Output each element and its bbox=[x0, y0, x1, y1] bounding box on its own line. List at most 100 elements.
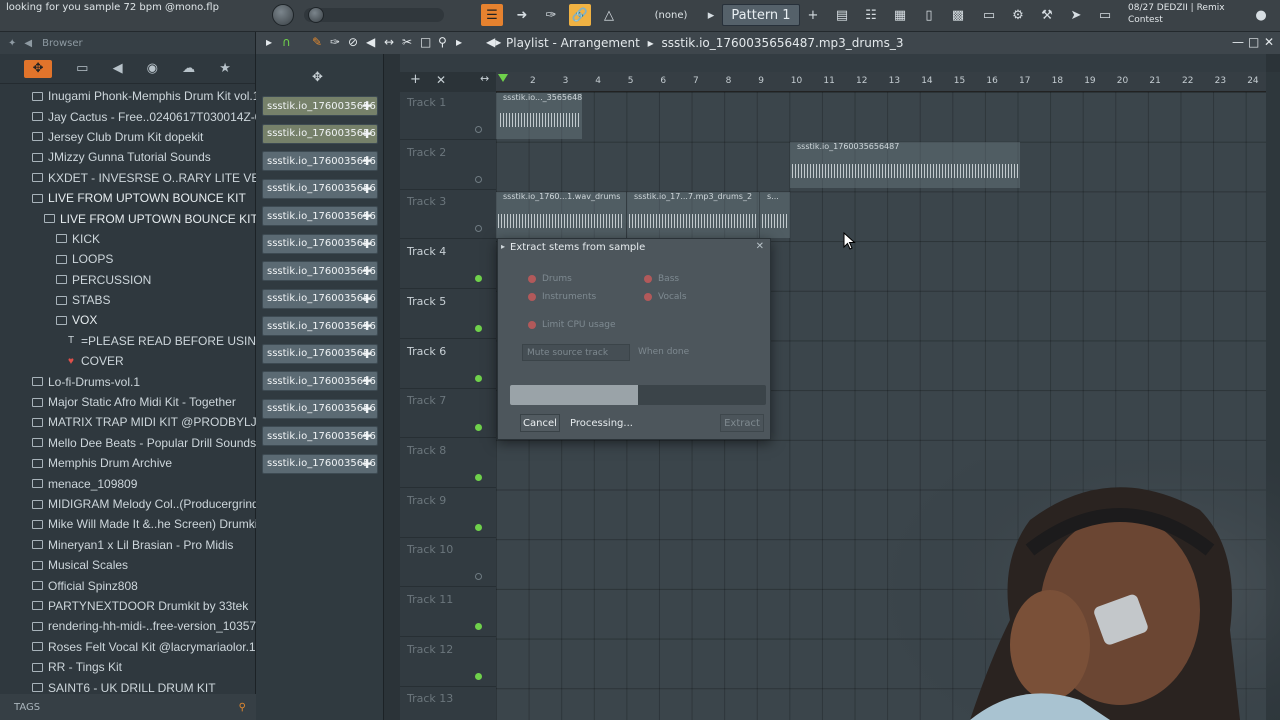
browser-item[interactable]: Jay Cactus - Free..0240617T030014Z-001 bbox=[0, 106, 256, 126]
browser-item[interactable]: RR - Tings Kit bbox=[0, 657, 256, 677]
close-icon[interactable]: ✕ bbox=[1264, 35, 1274, 49]
arrow-right-icon[interactable]: ➜ bbox=[511, 4, 533, 26]
clip-source-button[interactable]: ssstik.io_1760035656... ✚ bbox=[262, 288, 378, 309]
zoom-icon[interactable]: ⚲ bbox=[438, 35, 447, 49]
mute-source-track-field[interactable]: Mute source track bbox=[522, 344, 630, 361]
back-icon[interactable]: ◀ bbox=[24, 38, 32, 49]
plugin-icon[interactable]: ⚙ bbox=[1007, 4, 1029, 26]
track-header[interactable]: Track 2 bbox=[400, 142, 496, 190]
add-clip-icon[interactable]: ✚ bbox=[362, 154, 372, 168]
clip-source-button[interactable]: ssstik.io_1760035656... ✚ bbox=[262, 261, 378, 281]
delete-icon[interactable]: ⊘ bbox=[348, 35, 358, 49]
track-mute-led-icon[interactable] bbox=[475, 175, 482, 183]
browser-item[interactable]: Roses Felt Vocal Kit @lacrymariaolor.17 bbox=[0, 637, 256, 657]
browser-item[interactable]: Mello Dee Beats - Popular Drill Sounds bbox=[0, 433, 256, 453]
audio-clip[interactable]: s... bbox=[760, 192, 790, 238]
add-clip-icon[interactable]: ✚ bbox=[362, 457, 372, 471]
export-icon[interactable]: ➤ bbox=[1065, 4, 1087, 26]
tools-icon[interactable]: ⚒ bbox=[1036, 4, 1058, 26]
select-icon[interactable]: □ bbox=[420, 35, 431, 49]
track-header[interactable]: Track 11 bbox=[400, 589, 496, 637]
audio-clip[interactable]: ssstik.io_1760035656487 bbox=[790, 142, 1020, 188]
playback-icon[interactable]: ▸ bbox=[456, 35, 462, 49]
browser-item[interactable]: PARTYNEXTDOOR Drumkit by 33tek bbox=[0, 596, 256, 616]
browser-item[interactable]: Mineryan1 x Lil Brasian - Pro Midis bbox=[0, 535, 256, 555]
option-limit-cpu[interactable]: Limit CPU usage bbox=[528, 320, 616, 330]
tags-label[interactable]: TAGS bbox=[14, 702, 40, 713]
song-mode-icon[interactable]: ☰ bbox=[481, 4, 503, 26]
playhead-marker-icon[interactable] bbox=[498, 74, 508, 82]
option-bass[interactable]: Bass bbox=[644, 274, 679, 284]
clip-source-button[interactable]: ssstik.io_1760035656... ✚ bbox=[262, 316, 378, 336]
browser-item[interactable]: ♥ COVER bbox=[0, 351, 256, 371]
browser-item[interactable]: KXDET - INVESRSE O..RARY LITE VERSION bbox=[0, 168, 256, 188]
track-mute-led-icon[interactable] bbox=[475, 473, 482, 481]
link-icon[interactable]: 🔗 bbox=[569, 4, 591, 26]
browser-item[interactable]: T =PLEASE READ BEFORE USING= bbox=[0, 331, 256, 351]
add-pattern-icon[interactable]: + bbox=[805, 4, 821, 26]
slice-icon[interactable]: ✂ bbox=[402, 35, 412, 49]
browser-item[interactable]: Lo-fi-Drums-vol.1 bbox=[0, 371, 256, 391]
master-volume-knob[interactable] bbox=[272, 4, 294, 26]
track-header[interactable]: Track 10 bbox=[400, 539, 496, 588]
browser-item[interactable]: Inugami Phonk-Memphis Drum Kit vol.1 bbox=[0, 86, 256, 106]
audio-clip[interactable]: ssstik.io..._35656487 bbox=[496, 93, 582, 139]
document-icon[interactable]: ▭ bbox=[978, 4, 1000, 26]
add-clip-icon[interactable]: ✚ bbox=[362, 429, 372, 443]
track-mute-led-icon[interactable] bbox=[475, 672, 482, 680]
play-pattern-icon[interactable]: ▸ bbox=[703, 4, 719, 26]
clip-source-button[interactable]: ssstik.io_1760035656... ✚ bbox=[262, 96, 378, 116]
pitch-slider-handle-icon[interactable] bbox=[308, 7, 324, 23]
track-header[interactable]: Track 4 bbox=[400, 241, 496, 290]
browser-item[interactable]: rendering-hh-midi-..free-version_103570 bbox=[0, 616, 256, 636]
channel-rack-icon[interactable]: ▦ bbox=[889, 4, 911, 26]
playlist-icon[interactable]: ▤ bbox=[831, 4, 853, 26]
news-panel[interactable]: 08/27 DEDZII | Remix Contest bbox=[1128, 2, 1225, 26]
track-mute-led-icon[interactable] bbox=[475, 275, 482, 283]
browser-item[interactable]: MIDIGRAM Melody Col..(Producergrind) bbox=[0, 494, 256, 514]
track-header[interactable]: Track 6 bbox=[400, 341, 496, 389]
add-clip-icon[interactable]: ✚ bbox=[362, 209, 372, 223]
clip-source-button[interactable]: ssstik.io_1760035656... ✚ bbox=[262, 233, 378, 254]
cloud-icon[interactable]: ☁ bbox=[182, 61, 195, 76]
browser-item[interactable]: Memphis Drum Archive bbox=[0, 453, 256, 473]
track-mute-led-icon[interactable] bbox=[475, 126, 482, 133]
track-mute-led-icon[interactable] bbox=[475, 573, 482, 581]
track-header[interactable]: Track 12 bbox=[400, 639, 496, 687]
remove-track-icon[interactable]: ✕ bbox=[436, 73, 446, 87]
browser-item[interactable]: Major Static Afro Midi Kit - Together bbox=[0, 392, 256, 412]
browser-item[interactable]: LIVE FROM UPTOWN BOUNCE KIT bbox=[0, 208, 256, 228]
clip-source-button[interactable]: ssstik.io_1760035656... ✚ bbox=[262, 151, 378, 171]
browser-item[interactable]: LIVE FROM UPTOWN BOUNCE KIT bbox=[0, 188, 256, 208]
pin-icon[interactable]: ✦ bbox=[8, 38, 16, 49]
search-icon[interactable]: ⚲ bbox=[239, 702, 246, 713]
add-clip-icon[interactable]: ✚ bbox=[362, 182, 372, 196]
clip-source-button[interactable]: ssstik.io_1760035656... ✚ bbox=[262, 343, 378, 364]
playlist-menu-icon[interactable]: ▸ bbox=[266, 35, 272, 49]
add-clip-icon[interactable]: ✚ bbox=[362, 99, 372, 113]
mixer-icon[interactable]: ▯ bbox=[918, 4, 940, 26]
add-clip-icon[interactable]: ✚ bbox=[362, 402, 372, 416]
paint-icon[interactable]: ✑ bbox=[330, 35, 340, 49]
time-ruler[interactable]: 2 3 4 5 6 7 8 9 10 11 12 13 14 15 16 17 18 19 20 21 22 23 24 bbox=[496, 72, 1266, 92]
all-icon[interactable]: ✥ bbox=[24, 59, 53, 78]
magnet-icon[interactable]: ∩ bbox=[282, 35, 291, 49]
track-header[interactable]: Track 7 bbox=[400, 390, 496, 439]
track-header[interactable]: Track 5 bbox=[400, 291, 496, 339]
cancel-button[interactable]: Cancel bbox=[520, 414, 560, 432]
browser-item[interactable]: STABS bbox=[0, 290, 256, 310]
pattern-none-selector[interactable]: (none) bbox=[640, 7, 702, 24]
add-clip-icon[interactable]: ✚ bbox=[362, 319, 372, 333]
browser-item[interactable]: Official Spinz808 bbox=[0, 575, 256, 595]
browser-item[interactable]: LOOPS bbox=[0, 249, 256, 269]
browser-item[interactable]: Jersey Club Drum Kit dopekit bbox=[0, 127, 256, 147]
browser-icon[interactable]: ▩ bbox=[947, 4, 969, 26]
track-mute-led-icon[interactable] bbox=[475, 623, 482, 630]
browser-item[interactable]: menace_109809 bbox=[0, 473, 256, 493]
add-clip-icon[interactable]: ✚ bbox=[362, 347, 372, 361]
star-icon[interactable]: ★ bbox=[219, 61, 231, 76]
brush-icon[interactable]: ✑ bbox=[540, 4, 562, 26]
track-mute-led-icon[interactable] bbox=[475, 424, 482, 432]
add-clip-icon[interactable]: ✚ bbox=[362, 292, 372, 306]
track-mute-led-icon[interactable] bbox=[475, 523, 482, 531]
